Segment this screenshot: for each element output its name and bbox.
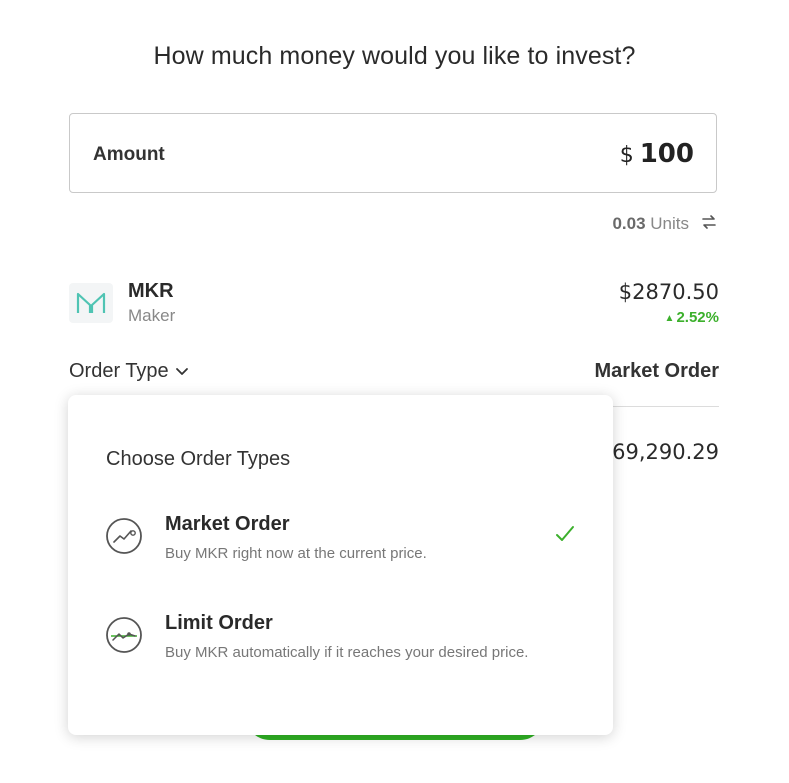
check-icon — [556, 526, 574, 541]
order-type-toggle[interactable]: Order Type — [69, 360, 189, 383]
option-market-order[interactable]: Market Order Buy MKR right now at the cu… — [68, 508, 613, 578]
amount-label: Amount — [93, 144, 165, 165]
page-title: How much money would you like to invest? — [153, 42, 636, 70]
swap-icon[interactable] — [700, 213, 718, 231]
limit-order-icon — [106, 617, 142, 653]
asset-change-value: 2.52% — [676, 309, 719, 326]
mkr-logo-icon — [69, 283, 113, 323]
units-label: Units — [650, 214, 689, 233]
option-description: Buy MKR right now at the current price. — [165, 545, 427, 562]
option-description: Buy MKR automatically if it reaches your… — [165, 644, 529, 661]
dropdown-heading: Choose Order Types — [106, 448, 291, 470]
order-type-dropdown: Choose Order Types Market Order Buy MKR … — [68, 395, 613, 735]
order-type-value: Market Order — [594, 360, 720, 382]
order-type-label: Order Type — [69, 360, 169, 382]
option-limit-order[interactable]: Limit Order Buy MKR automatically if it … — [68, 607, 613, 677]
asset-price: $2870.50 — [618, 280, 719, 304]
amount-field[interactable]: Amount $100 — [69, 113, 717, 193]
option-title: Limit Order — [165, 612, 273, 634]
units-value: 0.03 — [612, 214, 646, 233]
asset-name: Maker — [128, 306, 176, 325]
market-order-icon — [106, 518, 142, 554]
chevron-down-icon — [175, 367, 188, 375]
amount-value[interactable]: $100 — [620, 139, 694, 169]
asset-symbol: MKR — [128, 280, 174, 302]
amount-number: 100 — [639, 139, 694, 169]
asset-change: ▲ 2.52% — [665, 309, 719, 326]
up-arrow-icon: ▲ — [664, 313, 675, 324]
option-title: Market Order — [165, 513, 290, 535]
currency-symbol: $ — [619, 143, 634, 168]
units-readout: 0.03 Units — [612, 214, 689, 234]
